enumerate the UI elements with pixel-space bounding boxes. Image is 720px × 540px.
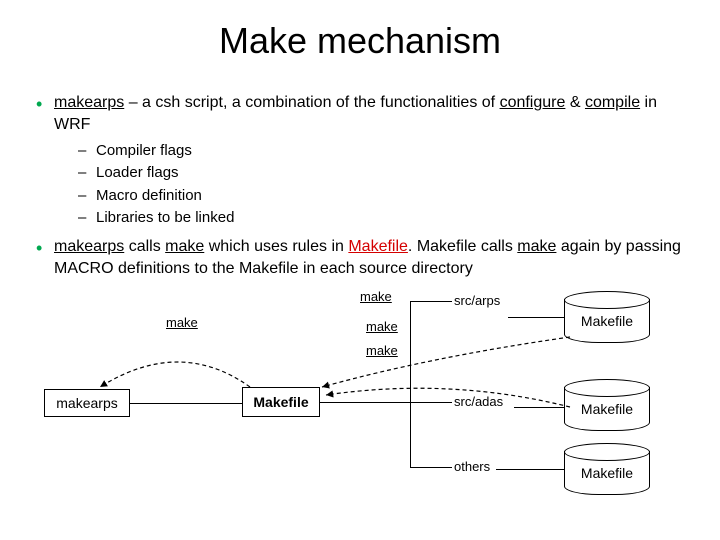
- make-label: make: [360, 289, 392, 304]
- sub-item: Compiler flags: [76, 141, 690, 161]
- b2-d: which uses rules in: [204, 238, 348, 255]
- makefile-box: Makefile: [242, 387, 320, 417]
- connector-line: [410, 301, 452, 302]
- cyl-label: Makefile: [581, 401, 633, 417]
- make-label: make: [366, 343, 398, 358]
- dir-label: others: [454, 459, 490, 474]
- dir-label: src/arps: [454, 293, 500, 308]
- compile-term: compile: [585, 94, 640, 111]
- connector-line: [496, 469, 564, 470]
- sub-item: Loader flags: [76, 163, 690, 183]
- cyl-label: Makefile: [581, 465, 633, 481]
- connector-vline: [410, 301, 411, 467]
- connector-line: [410, 467, 452, 468]
- makefile-cylinder: Makefile: [564, 387, 650, 431]
- makearps-box: makearps: [44, 389, 130, 417]
- b2-b: calls: [124, 238, 165, 255]
- connector-line: [320, 402, 410, 403]
- sub-item: Macro definition: [76, 186, 690, 206]
- b1-amp: &: [565, 94, 585, 111]
- configure-term: configure: [500, 94, 566, 111]
- makearps-term-2: makearps: [54, 238, 124, 255]
- sub-list: Compiler flags Loader flags Macro defini…: [76, 141, 690, 228]
- make-label: make: [366, 319, 398, 334]
- connector-line: [130, 403, 242, 404]
- dir-label: src/adas: [454, 394, 503, 409]
- connector-line: [514, 407, 564, 408]
- connector-line: [410, 402, 452, 403]
- b2-f: . Makefile calls: [408, 238, 517, 255]
- b1-a: – a csh script, a combination of the fun…: [124, 94, 499, 111]
- bullet-list: makearps – a csh script, a combination o…: [30, 92, 690, 279]
- sub-item: Libraries to be linked: [76, 208, 690, 228]
- make-label-top: make: [166, 315, 198, 330]
- makearps-term: makearps: [54, 94, 124, 111]
- make-term-2: make: [517, 238, 556, 255]
- slide-title: Make mechanism: [30, 20, 690, 62]
- makefile-cylinder: Makefile: [564, 451, 650, 495]
- flow-diagram: makearps make Makefile make make make sr…: [30, 287, 690, 507]
- cyl-label: Makefile: [581, 313, 633, 329]
- connector-line: [508, 317, 564, 318]
- makefile-term: Makefile: [348, 238, 408, 255]
- bullet-2: makearps calls make which uses rules in …: [30, 236, 690, 279]
- makefile-cylinder: Makefile: [564, 299, 650, 343]
- bullet-1: makearps – a csh script, a combination o…: [30, 92, 690, 228]
- make-term: make: [165, 238, 204, 255]
